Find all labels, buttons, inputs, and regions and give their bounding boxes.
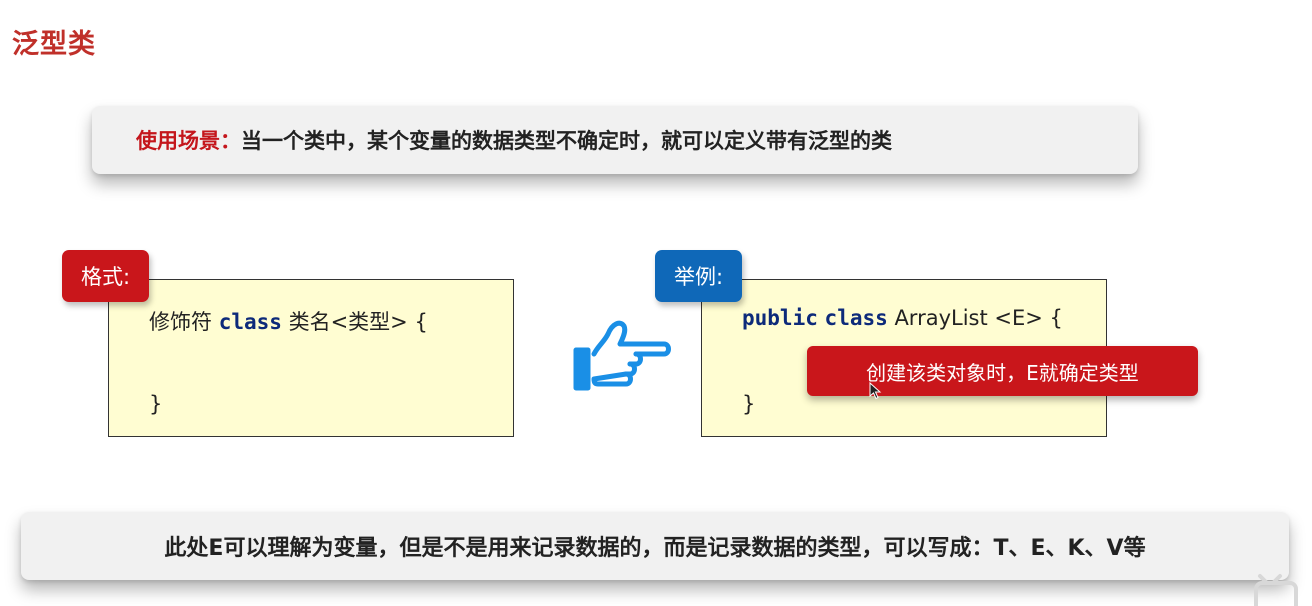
- page-title: 泛型类: [12, 29, 96, 60]
- pointing-hand-icon: [573, 320, 671, 391]
- format-line-1: 修饰符 class 类名<类型> {: [149, 306, 428, 336]
- note-banner: 此处E可以理解为变量，但是不是用来记录数据的，而是记录数据的类型，可以写成：T、…: [21, 512, 1289, 580]
- video-site-logo-icon: [1254, 574, 1298, 606]
- format-modifier-text: 修饰符: [149, 310, 219, 334]
- example-tag: 举例:: [655, 250, 742, 302]
- example-class-keyword: class: [824, 306, 888, 330]
- format-code-box: 修饰符 class 类名<类型> { }: [108, 279, 514, 437]
- note-text: 此处E可以理解为变量，但是不是用来记录数据的，而是记录数据的类型，可以写成：T、…: [164, 536, 1146, 561]
- format-class-keyword: class: [218, 310, 282, 334]
- example-public-keyword: public: [742, 306, 818, 330]
- usage-text: 当一个类中，某个变量的数据类型不确定时，就可以定义带有泛型的类: [241, 129, 892, 153]
- example-class-signature: ArrayList <E> {: [887, 306, 1063, 330]
- format-tag: 格式:: [62, 250, 149, 302]
- format-line-2: }: [149, 392, 163, 416]
- usage-banner: 使用场景： 当一个类中，某个变量的数据类型不确定时，就可以定义带有泛型的类: [92, 106, 1138, 174]
- type-tooltip: 创建该类对象时，E就确定类型: [807, 346, 1198, 396]
- usage-key-label: 使用场景：: [136, 129, 241, 153]
- example-line-2: }: [742, 392, 756, 416]
- mouse-cursor-icon: [869, 382, 882, 400]
- format-class-signature: 类名<类型> {: [281, 310, 428, 334]
- example-line-1: public class ArrayList <E> {: [742, 306, 1063, 330]
